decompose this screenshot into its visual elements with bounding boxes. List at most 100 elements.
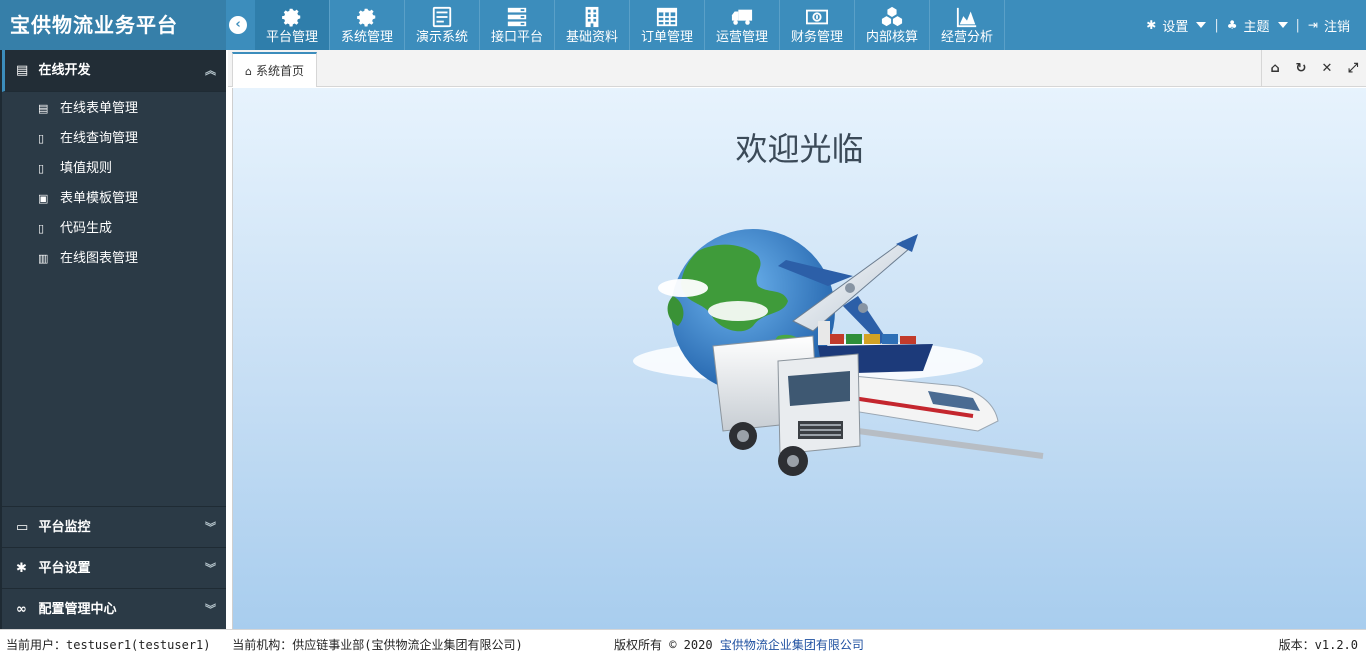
home-button[interactable]: ⌂ (1262, 50, 1288, 87)
topnav-item-platform[interactable]: 平台管理 (255, 0, 330, 50)
sidebar-toggle-button[interactable]: ‹ (229, 16, 247, 34)
sidebar-collapsed-groups: ▭ 平台监控 ︾ ✱ 平台设置 ︾ ∞ 配置管理中心 ︾ (2, 506, 226, 629)
gear-icon: ✱ (1146, 18, 1157, 32)
topnav-label: 内部核算 (865, 30, 918, 45)
truck-icon (705, 0, 779, 30)
form-icon: ▤ (16, 63, 29, 78)
caret-down-icon (1196, 22, 1207, 28)
gear-icon (255, 0, 329, 30)
welcome-panel: 欢迎光临 (232, 88, 1366, 629)
logout-label: 注销 (1323, 19, 1350, 35)
footer-user-info: 当前用户：testuser1(testuser1) 当前机构：供应链事业部(宝供… (6, 630, 523, 660)
refresh-button[interactable]: ↻ (1288, 50, 1314, 87)
topnav-label: 基础资料 (565, 30, 618, 45)
copyright-text: 版权所有 © 2020 (614, 638, 713, 652)
sidebar-group-monitor[interactable]: ▭ 平台监控 ︾ (2, 506, 226, 547)
home-icon: ⌂ (1270, 61, 1280, 76)
footer-version: 版本：v1.2.0 (1278, 638, 1358, 652)
gear-icon: ✱ (16, 561, 27, 576)
cubes-icon (855, 0, 929, 30)
top-nav: 平台管理 系统管理 演示系统 接口平台 基础资料 订单管理 运营管理 财务管理 … (255, 0, 1005, 50)
topnav-item-finance[interactable]: 财务管理 (780, 0, 855, 50)
top-header: 宝供物流业务平台 ‹ 平台管理 系统管理 演示系统 接口平台 基础资料 订单管理… (0, 0, 1366, 50)
topnav-item-operations[interactable]: 运营管理 (705, 0, 780, 50)
theme-label: 主题 (1243, 19, 1270, 35)
sidebar-item-codegen[interactable]: ▯ 代码生成 (2, 214, 226, 244)
sidebar-group-label: 平台监控 (38, 520, 91, 535)
company-link[interactable]: 宝供物流企业集团有限公司 (720, 638, 864, 652)
id-card-icon: ▣ (38, 192, 49, 205)
topnav-item-interface[interactable]: 接口平台 (480, 0, 555, 50)
tab-tools: ⌂ ↻ ✕ ⤢ (1261, 50, 1366, 87)
welcome-title: 欢迎光临 (735, 130, 864, 168)
caret-down-icon (1277, 22, 1288, 28)
home-icon: ⌂ (245, 65, 252, 78)
form-icon: ▤ (38, 102, 49, 115)
area-chart-icon (930, 0, 1004, 30)
tab-home[interactable]: ⌂ 系统首页 (232, 52, 317, 87)
topnav-label: 运营管理 (715, 30, 768, 45)
current-org-label: 当前机构： (232, 638, 293, 652)
money-icon (780, 0, 854, 30)
high-speed-train (852, 375, 1044, 459)
current-user-label: 当前用户： (6, 638, 67, 652)
sidebar-group-label: 配置管理中心 (38, 602, 117, 617)
sidebar-item-label: 在线图表管理 (60, 251, 139, 266)
file-icon: ▯ (38, 132, 45, 145)
sidebar-group-online-dev[interactable]: ▤ 在线开发 ︽ (2, 50, 226, 92)
sidebar-group-label: 在线开发 (38, 63, 91, 78)
tab-label: 系统首页 (255, 64, 304, 78)
current-user-value: testuser1(testuser1) (66, 638, 211, 652)
topnav-item-orders[interactable]: 订单管理 (630, 0, 705, 50)
settings-menu[interactable]: ✱ 设置 (1146, 16, 1207, 35)
close-icon: ✕ (1321, 61, 1333, 76)
server-icon (480, 0, 554, 30)
divider: | (1214, 17, 1219, 33)
topnav-item-accounting[interactable]: 内部核算 (855, 0, 930, 50)
truck (712, 335, 861, 476)
logistics-illustration (633, 229, 1044, 476)
fullscreen-icon: ⤢ (1347, 61, 1359, 76)
close-tab-button[interactable]: ✕ (1314, 50, 1340, 87)
footer-copyright: 版权所有 © 2020 宝供物流企业集团有限公司 (614, 630, 864, 660)
sidebar-menu: ▤ 在线表单管理 ▯ 在线查询管理 ▯ 填值规则 ▣ 表单模板管理 ▯ 代码生成 ▥ 在线图… (2, 92, 226, 274)
sidebar-group-settings[interactable]: ✱ 平台设置 ︾ (2, 547, 226, 588)
file-icon: ▯ (38, 222, 45, 235)
sidebar-item-fill-rules[interactable]: ▯ 填值规则 (2, 154, 226, 184)
chevron-down-icon: ︾ (205, 603, 216, 616)
handshake-icon: ∞ (16, 602, 27, 617)
topnav-item-demo[interactable]: 演示系统 (405, 0, 480, 50)
sidebar-item-online-query[interactable]: ▯ 在线查询管理 (2, 124, 226, 154)
tree-icon: ♣ (1226, 18, 1238, 32)
sidebar-item-form-template[interactable]: ▣ 表单模板管理 (2, 184, 226, 214)
chevron-down-icon: ︾ (205, 562, 216, 575)
topnav-item-basedata[interactable]: 基础资料 (555, 0, 630, 50)
logout-button[interactable]: ⇥ 注销 (1308, 16, 1350, 35)
file-icon: ▯ (38, 162, 45, 175)
chevron-up-icon: ︽ (205, 64, 216, 77)
fullscreen-button[interactable]: ⤢ (1340, 50, 1366, 87)
sidebar-item-online-form[interactable]: ▤ 在线表单管理 (2, 94, 226, 124)
sidebar-item-online-chart[interactable]: ▥ 在线图表管理 (2, 244, 226, 274)
divider: | (1295, 17, 1300, 33)
tab-bar: ⌂ 系统首页 ⌂ ↻ ✕ ⤢ (228, 50, 1366, 87)
sidebar-group-config-center[interactable]: ∞ 配置管理中心 ︾ (2, 588, 226, 629)
current-org-value: 供应链事业部(宝供物流企业集团有限公司) (292, 638, 523, 652)
header-user-menu: ✱ 设置 | ♣ 主题 | ⇥ 注销 (1146, 0, 1350, 50)
topnav-label: 平台管理 (265, 30, 318, 45)
bar-chart-icon: ▥ (38, 252, 49, 265)
settings-label: 设置 (1162, 19, 1189, 35)
topnav-label: 系统管理 (340, 30, 393, 45)
status-footer: 当前用户：testuser1(testuser1) 当前机构：供应链事业部(宝供… (0, 629, 1366, 659)
topnav-label: 订单管理 (640, 30, 693, 45)
topnav-label: 财务管理 (790, 30, 843, 45)
sidebar-item-label: 在线查询管理 (60, 131, 139, 146)
form-icon (405, 0, 479, 30)
gear-icon (330, 0, 404, 30)
chevron-down-icon: ︾ (205, 521, 216, 534)
app-title: 宝供物流业务平台 (0, 0, 226, 50)
sidebar-item-label: 在线表单管理 (60, 101, 139, 116)
topnav-item-analysis[interactable]: 经营分析 (930, 0, 1005, 50)
theme-menu[interactable]: ♣ 主题 (1227, 16, 1288, 35)
topnav-item-system[interactable]: 系统管理 (330, 0, 405, 50)
